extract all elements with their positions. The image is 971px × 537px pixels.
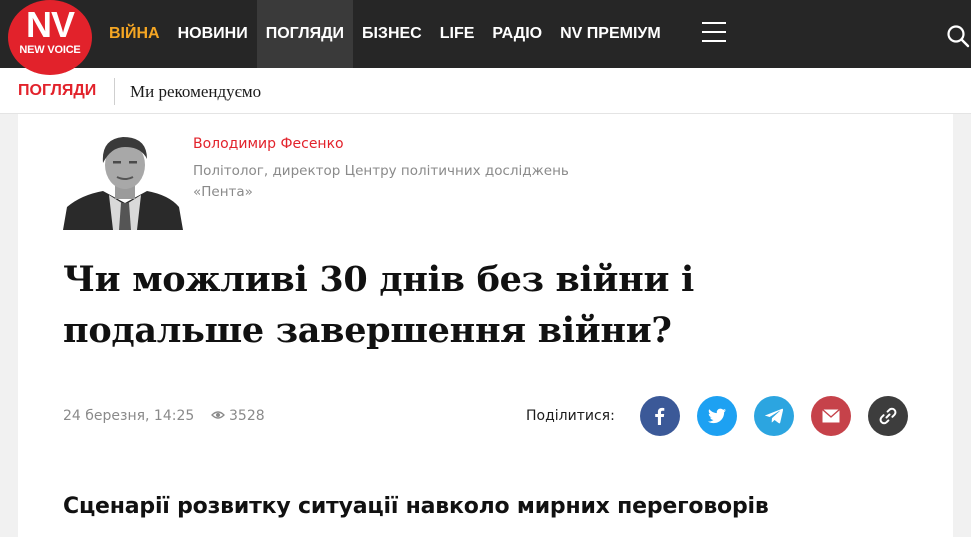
view-count-value: 3528 [229,408,265,424]
article-subheading: Сценарії розвитку ситуації навколо мирни… [63,494,769,519]
top-navigation-bar: ВІЙНА НОВИНИ ПОГЛЯДИ БІЗНЕС LIFE РАДІО N… [0,0,971,68]
nav-item-war[interactable]: ВІЙНА [100,0,169,68]
share-email-button[interactable] [811,396,851,436]
main-nav: ВІЙНА НОВИНИ ПОГЛЯДИ БІЗНЕС LIFE РАДІО N… [100,0,670,68]
twitter-icon [708,408,726,424]
search-icon[interactable] [946,24,971,49]
nav-item-premium[interactable]: NV ПРЕМІУМ [551,0,670,68]
author-photo[interactable] [63,133,183,230]
telegram-icon [765,408,783,424]
share-facebook-button[interactable] [640,396,680,436]
logo-mark: NV [25,4,75,45]
copy-link-button[interactable] [868,396,908,436]
facebook-icon [655,407,665,425]
share-label: Поділитися: [526,408,615,424]
author-name-link[interactable]: Володимир Фесенко [193,136,344,152]
mail-icon [822,409,840,423]
share-telegram-button[interactable] [754,396,794,436]
author-description: Політолог, директор Центру політичних до… [193,163,569,200]
publish-date: 24 березня, 14:25 [63,408,195,424]
eye-icon [211,408,225,424]
share-twitter-button[interactable] [697,396,737,436]
site-logo[interactable]: NV NEW VOICE [8,0,92,75]
nav-item-life[interactable]: LIFE [431,0,484,68]
logo-subtitle: NEW VOICE [19,44,81,56]
article-card: Володимир Фесенко Політолог, директор Це… [18,114,953,537]
section-subnav: ПОГЛЯДИ Ми рекомендуємо [0,68,971,114]
nav-item-news[interactable]: НОВИНИ [169,0,257,68]
article-title: Чи можливі 30 днів без війни і подальше … [63,259,695,351]
link-icon [879,407,897,425]
subnav-divider [114,78,115,105]
recommended-link[interactable]: Ми рекомендуємо [130,82,261,102]
nav-item-radio[interactable]: РАДІО [483,0,551,68]
nav-item-business[interactable]: БІЗНЕС [353,0,431,68]
nav-item-opinions[interactable]: ПОГЛЯДИ [256,0,353,68]
hamburger-icon[interactable] [702,22,726,44]
view-count: 3528 [211,408,265,424]
section-title-link[interactable]: ПОГЛЯДИ [18,82,96,100]
